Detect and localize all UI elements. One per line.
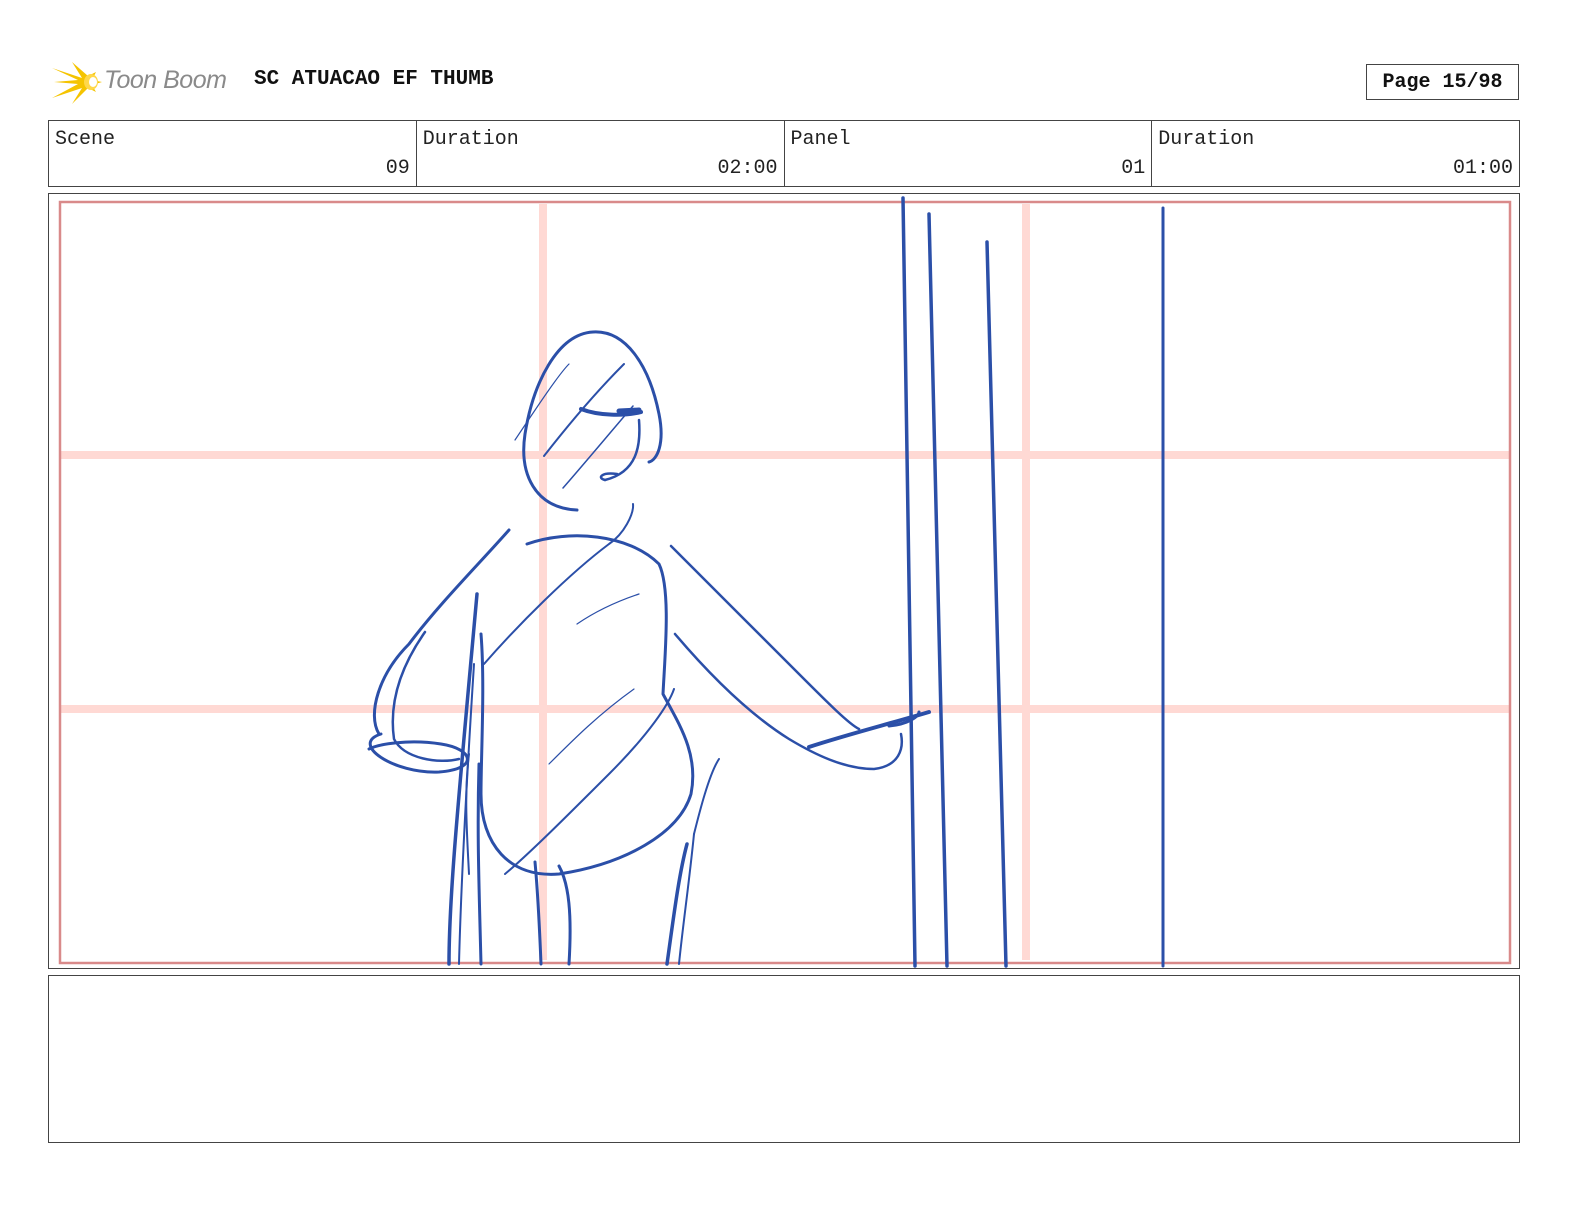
panel-notes-box[interactable]: [48, 975, 1520, 1143]
scene-cell: Scene 09: [49, 121, 417, 186]
panel-duration-value: 01:00: [1452, 157, 1513, 180]
starburst-icon: [52, 62, 102, 104]
panel-cell: Panel 01: [785, 121, 1153, 186]
storyboard-panel[interactable]: [48, 193, 1520, 969]
scene-duration-label: Duration: [422, 128, 519, 151]
panel-value: 01: [1121, 157, 1146, 180]
page-indicator: Page 15/98: [1366, 64, 1519, 100]
panel-sketch: [58, 196, 1512, 968]
panel-duration-label: Duration: [1158, 128, 1255, 151]
safe-frame: [58, 200, 1512, 965]
scene-label: Scene: [55, 128, 116, 151]
character-sketch: [367, 330, 931, 966]
scene-duration-cell: Duration 02:00: [417, 121, 785, 186]
scene-value: 09: [385, 157, 410, 180]
document-title: SC ATUACAO EF THUMB: [254, 68, 494, 91]
scene-info-table: Scene 09 Duration 02:00 Panel 01 Duratio…: [48, 120, 1520, 187]
scene-duration-value: 02:00: [717, 157, 778, 180]
logo-text: Toon Boom: [104, 66, 227, 94]
panel-label: Panel: [790, 128, 851, 151]
toon-boom-logo: Toon Boom: [52, 58, 242, 106]
thirds-grid: [61, 204, 1509, 960]
doorframe-lines: [901, 196, 1165, 968]
panel-duration-cell: Duration 01:00: [1152, 121, 1519, 186]
